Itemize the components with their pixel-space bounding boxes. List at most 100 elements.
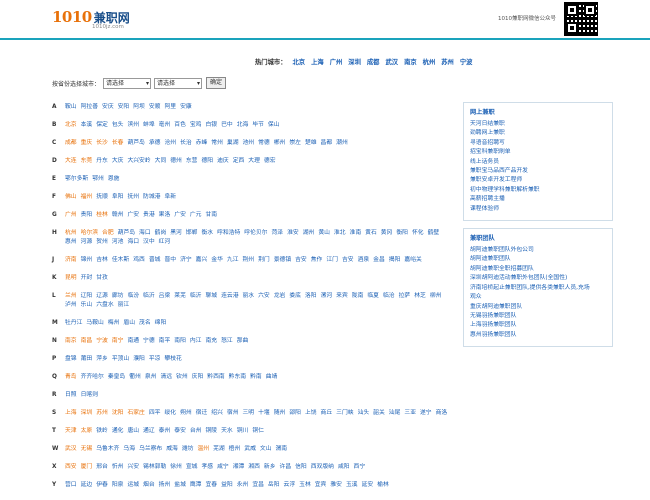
- city-link[interactable]: 梅州: [108, 319, 120, 328]
- city-link[interactable]: 宝鸡: [190, 121, 202, 130]
- city-link[interactable]: 永州: [237, 481, 249, 490]
- city-link[interactable]: 河源: [81, 238, 93, 247]
- city-link[interactable]: 酒泉: [358, 256, 370, 265]
- city-link[interactable]: 江门: [326, 256, 338, 265]
- city-link[interactable]: 衢州: [129, 373, 141, 382]
- city-link[interactable]: 上海: [65, 409, 77, 418]
- city-link[interactable]: 六盘水: [96, 301, 113, 310]
- city-link[interactable]: 烟台: [143, 481, 155, 490]
- city-link[interactable]: 马鞍山: [86, 319, 103, 328]
- city-link[interactable]: 青岛: [65, 373, 77, 382]
- city-select[interactable]: 请选择: [154, 77, 203, 89]
- city-link[interactable]: 雅安: [330, 481, 342, 490]
- city-link[interactable]: 迪庆: [217, 157, 229, 166]
- city-link[interactable]: 莆田: [81, 355, 93, 364]
- city-link[interactable]: 沧州: [164, 139, 176, 148]
- city-link[interactable]: 吉安: [295, 256, 307, 265]
- city-link[interactable]: 宿迁: [196, 409, 208, 418]
- hot-city-link[interactable]: 深圳: [348, 59, 361, 66]
- city-link[interactable]: 定西: [233, 157, 245, 166]
- city-link[interactable]: 防城港: [143, 193, 160, 202]
- panel-link[interactable]: 天河日结兼职: [470, 120, 606, 129]
- city-link[interactable]: 铜川: [237, 427, 249, 436]
- city-link[interactable]: 贵港: [143, 211, 155, 220]
- city-link[interactable]: 西双版纳: [311, 463, 334, 472]
- city-link[interactable]: 洛阳: [305, 292, 317, 301]
- city-link[interactable]: 楚雄: [305, 139, 317, 148]
- city-link[interactable]: 汕头: [358, 409, 370, 418]
- city-link[interactable]: 菏泽: [271, 229, 283, 238]
- city-link[interactable]: 南阳: [174, 337, 186, 346]
- city-link[interactable]: 扬州: [159, 481, 171, 490]
- city-link[interactable]: 海口: [139, 229, 151, 238]
- city-link[interactable]: 攀枝花: [164, 355, 181, 364]
- city-link[interactable]: 池州: [243, 139, 255, 148]
- city-link[interactable]: 阿拉善: [81, 103, 98, 112]
- city-link[interactable]: 宜宾: [315, 481, 327, 490]
- city-link[interactable]: 红河: [159, 238, 171, 247]
- city-link[interactable]: 秦皇岛: [108, 373, 125, 382]
- city-link[interactable]: 本溪: [81, 121, 93, 130]
- city-link[interactable]: 濮阳: [133, 355, 145, 364]
- city-link[interactable]: 邵阳: [289, 409, 301, 418]
- city-link[interactable]: 邢台: [96, 463, 108, 472]
- city-link[interactable]: 白银: [205, 121, 217, 130]
- city-link[interactable]: 百色: [174, 121, 186, 130]
- city-link[interactable]: 呼和浩特: [217, 229, 240, 238]
- city-link[interactable]: 兴安: [127, 463, 139, 472]
- city-link[interactable]: 乌海: [123, 445, 135, 454]
- city-link[interactable]: 东莞: [81, 157, 93, 166]
- city-link[interactable]: 衡水: [201, 229, 213, 238]
- city-link[interactable]: 商丘: [321, 409, 333, 418]
- city-link[interactable]: 东营: [186, 157, 198, 166]
- city-link[interactable]: 嘉兴: [196, 256, 208, 265]
- panel-link[interactable]: 重庆胡阿迪兼职团队: [470, 303, 606, 312]
- city-link[interactable]: 黔南: [250, 373, 262, 382]
- city-link[interactable]: 崇左: [289, 139, 301, 148]
- panel-link[interactable]: 无锡羽扬兼职团队: [470, 312, 606, 321]
- city-link[interactable]: 长治: [180, 139, 192, 148]
- city-link[interactable]: 大连: [65, 157, 77, 166]
- city-link[interactable]: 四平: [149, 409, 161, 418]
- city-link[interactable]: 大同: [155, 157, 167, 166]
- city-link[interactable]: 长春: [112, 139, 124, 148]
- city-link[interactable]: 佳木斯: [112, 256, 129, 265]
- city-link[interactable]: 拉萨: [399, 292, 411, 301]
- city-link[interactable]: 武汉: [65, 445, 77, 454]
- city-link[interactable]: 巴中: [221, 121, 233, 130]
- city-link[interactable]: 曲靖: [266, 373, 278, 382]
- panel-link[interactable]: 劲聘网上兼职: [470, 129, 606, 138]
- city-link[interactable]: 临沧: [383, 292, 395, 301]
- city-link[interactable]: 郴州: [274, 139, 286, 148]
- city-link[interactable]: 泉州: [145, 373, 157, 382]
- city-link[interactable]: 巢湖: [227, 139, 239, 148]
- city-link[interactable]: 伊春: [96, 481, 108, 490]
- city-link[interactable]: 抚顺: [96, 193, 108, 202]
- city-link[interactable]: 牡丹江: [65, 319, 82, 328]
- city-link[interactable]: 平顶山: [112, 355, 129, 364]
- city-link[interactable]: 抚州: [127, 193, 139, 202]
- city-link[interactable]: 南京: [65, 337, 77, 346]
- city-link[interactable]: 南通: [127, 337, 139, 346]
- city-link[interactable]: 咸阳: [338, 463, 350, 472]
- city-link[interactable]: 锡林郭勒: [143, 463, 166, 472]
- city-link[interactable]: 林芝: [414, 292, 426, 301]
- hot-city-link[interactable]: 成都: [367, 59, 380, 66]
- panel-link[interactable]: 胡阿迪兼职团队外包公司: [470, 246, 606, 255]
- city-link[interactable]: 合肥: [102, 229, 114, 238]
- city-link[interactable]: 宁波: [96, 337, 108, 346]
- city-link[interactable]: 玉溪: [346, 481, 358, 490]
- city-link[interactable]: 榆林: [377, 481, 389, 490]
- city-link[interactable]: 营口: [65, 481, 77, 490]
- city-link[interactable]: 锦州: [81, 256, 93, 265]
- city-link[interactable]: 赤峰: [196, 139, 208, 148]
- hot-city-link[interactable]: 苏州: [441, 59, 454, 66]
- city-link[interactable]: 葫芦岛: [118, 229, 135, 238]
- city-link[interactable]: 日照: [65, 391, 77, 400]
- city-link[interactable]: 绵阳: [155, 319, 167, 328]
- city-link[interactable]: 临沂: [190, 292, 202, 301]
- city-link[interactable]: 日喀则: [81, 391, 98, 400]
- city-link[interactable]: 眉山: [123, 319, 135, 328]
- panel-link[interactable]: 兼职宝马品西产品开发: [470, 167, 606, 176]
- city-link[interactable]: 汉中: [143, 238, 155, 247]
